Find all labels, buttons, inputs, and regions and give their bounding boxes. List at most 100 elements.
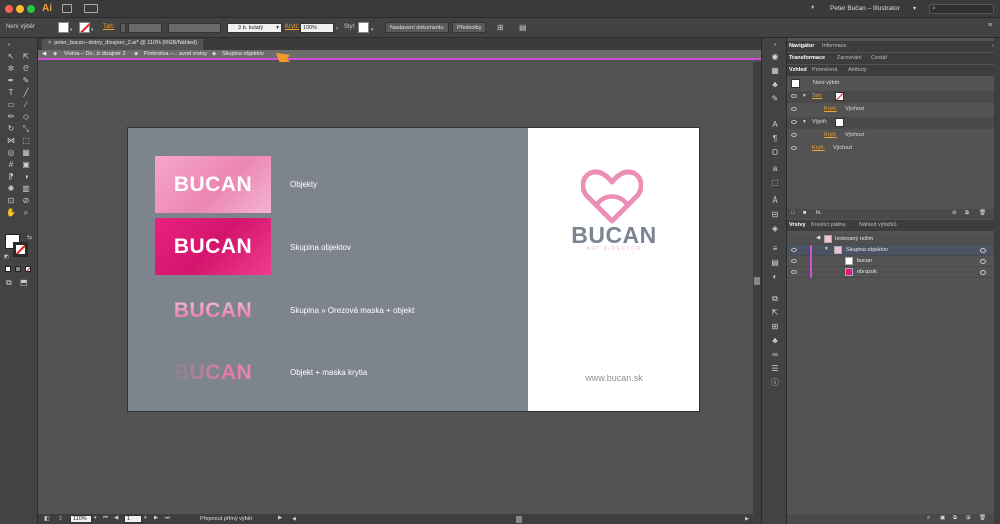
symbols-panel-icon[interactable]: ♣ — [770, 80, 780, 90]
clear-appearance-icon[interactable]: ⊘ — [952, 210, 957, 216]
panel-scrollbar[interactable] — [994, 38, 1000, 524]
add-stroke-icon[interactable]: □ — [791, 210, 794, 216]
collapse-dock-icon[interactable]: « — [770, 40, 780, 50]
direct-selection-tool-icon[interactable]: ⇱ — [21, 52, 31, 62]
image-trace-panel-icon[interactable]: ◈ — [770, 224, 780, 234]
vertical-scroll-thumb[interactable] — [754, 277, 760, 285]
stroke-attr-label[interactable]: Tah: — [812, 93, 822, 99]
appearance-stroke-row[interactable]: ▾ Tah: — [787, 91, 994, 103]
minimize-window-button[interactable] — [16, 5, 24, 13]
stroke-label[interactable]: Tah: — [103, 24, 114, 30]
appearance-stroke-opacity-row[interactable]: Krytí: Výchozí — [787, 104, 994, 116]
close-window-button[interactable] — [5, 5, 13, 13]
color-panel-icon[interactable]: ◉ — [770, 52, 780, 62]
screen-mode-icon[interactable]: ⬒ — [20, 278, 28, 287]
tab-layers[interactable]: Vrstvy — [789, 222, 806, 228]
logo-opacity-mask[interactable]: BUCAN — [155, 344, 271, 401]
stroke-none-swatch[interactable] — [835, 92, 844, 101]
back-arrow-icon[interactable]: ◀ — [42, 51, 46, 57]
target-circle-icon[interactable] — [980, 259, 986, 264]
brush-definition-select[interactable]: 3 b. kulatý ▾ — [227, 23, 282, 33]
gradient-tool-icon[interactable]: ▣ — [21, 160, 31, 170]
tab-pathfinder[interactable]: Cestář — [871, 55, 887, 61]
logo-objects[interactable]: BUCAN — [155, 156, 271, 213]
zoom-tool-icon[interactable]: ⌕ — [21, 208, 31, 218]
line-segment-tool-icon[interactable]: ╱ — [21, 88, 31, 98]
expand-triangle-icon[interactable]: ▾ — [803, 119, 806, 125]
object-opacity-label[interactable]: Krytí: — [812, 145, 825, 151]
close-tab-icon[interactable]: × — [48, 40, 51, 46]
artboard-prev-icon[interactable]: ◧ — [44, 515, 50, 522]
scroll-left-icon[interactable]: ◀ — [292, 516, 296, 522]
back-arrow-icon[interactable]: ◀ — [816, 235, 820, 241]
delete-item-icon[interactable]: 🗑 — [979, 210, 986, 216]
visibility-eye-icon[interactable] — [791, 94, 797, 98]
document-setup-button[interactable]: Nastavení dokumentu — [385, 22, 449, 33]
selection-tool-icon[interactable]: ↖ — [6, 52, 16, 62]
swatches-panel-icon[interactable]: ▦ — [770, 66, 780, 76]
tab-appearance[interactable]: Vzhled — [789, 67, 807, 73]
layer-row-group[interactable]: ▾ Skupina objektov — [787, 245, 994, 256]
add-effect-icon[interactable]: fx. — [816, 210, 822, 216]
arrange-documents-icon[interactable] — [84, 4, 98, 13]
workspace-dropdown-icon[interactable]: ▾ — [913, 5, 916, 12]
fill-attr-label[interactable]: Výplň: — [812, 119, 827, 125]
expand-triangle-icon[interactable]: ▾ — [803, 93, 806, 99]
opacity-label[interactable]: Krytí: — [285, 24, 299, 30]
tab-variables[interactable]: Proměnná — [812, 67, 837, 73]
symbol-sprayer-tool-icon[interactable]: ✺ — [6, 184, 16, 194]
expand-triangle-icon[interactable]: ▾ — [825, 246, 828, 252]
paintbrush-tool-icon[interactable]: ⁄ — [21, 100, 31, 110]
preferences-button[interactable]: Předvolby — [452, 22, 487, 33]
breadcrumb-item-group[interactable]: Skupina objektov — [222, 51, 264, 57]
lasso-tool-icon[interactable]: ᘓ — [21, 64, 31, 74]
tab-separations-preview[interactable]: Náhled výtažků — [859, 222, 897, 228]
visibility-eye-icon[interactable] — [791, 107, 797, 111]
tab-transform[interactable]: Transformace — [789, 55, 825, 61]
layer-row-bucan[interactable]: bucan — [787, 256, 994, 267]
search-input[interactable]: ⌕ — [929, 4, 994, 14]
stroke-color-swatch[interactable] — [13, 242, 28, 257]
appearance-panel-icon[interactable]: ☰ — [770, 364, 780, 374]
last-artboard-icon[interactable]: ⏭ — [165, 515, 170, 522]
none-mode-icon[interactable] — [25, 266, 31, 272]
visibility-eye-icon[interactable] — [791, 146, 797, 150]
status-menu-icon[interactable]: ▶ — [278, 515, 282, 521]
style-dropdown-icon[interactable]: ▾ — [371, 27, 374, 33]
artboard-number-field[interactable]: 1 — [124, 515, 142, 523]
add-fill-icon[interactable]: ■ — [803, 210, 806, 216]
stroke-dropdown-icon[interactable]: ▾ — [91, 27, 94, 33]
type-tool-icon[interactable]: T — [6, 88, 16, 98]
document-tab[interactable]: × peter_bucan--dobry_dizajner_2.ai* @ 110… — [42, 39, 203, 50]
artboard-dropdown-icon[interactable]: ▾ — [144, 515, 147, 521]
target-circle-icon[interactable] — [980, 270, 986, 275]
transparency-panel-icon[interactable]: ◐ — [770, 272, 780, 282]
select-similar-icon[interactable]: ⊞ — [497, 23, 504, 32]
links-panel-icon[interactable]: ∞ — [770, 350, 780, 360]
layer-row-isolation[interactable]: ◀ Izolovaný režim — [787, 234, 994, 245]
artboard-tool-icon[interactable]: ⊡ — [6, 196, 16, 206]
asset-export-panel-icon[interactable]: ⇱ — [770, 308, 780, 318]
new-layer-icon[interactable]: ⊞ — [966, 515, 971, 521]
cc-libraries-panel-icon[interactable]: ♣ — [770, 336, 780, 346]
collapse-tools-icon[interactable]: » — [4, 40, 14, 50]
stroke-panel-icon[interactable]: ≡ — [770, 244, 780, 254]
first-artboard-icon[interactable]: ⏮ — [103, 515, 108, 522]
vertical-scrollbar[interactable] — [753, 62, 761, 514]
logo-group[interactable]: BUCAN — [155, 218, 271, 275]
previous-artboard-icon[interactable]: ◀ — [114, 515, 118, 521]
glyphs-panel-icon[interactable]: a — [770, 164, 780, 174]
logo-clipping-mask[interactable]: BUCAN — [155, 282, 271, 339]
brushes-panel-icon[interactable]: ✎ — [770, 94, 780, 104]
rectangle-tool-icon[interactable]: ▭ — [6, 100, 16, 110]
breadcrumb-item-layer[interactable]: Vrstva – Do...b dizajnér 2 — [64, 51, 126, 57]
curvature-tool-icon[interactable]: ✎ — [21, 76, 31, 86]
tab-navigator[interactable]: Navigátor — [789, 43, 814, 49]
fill-opacity-label[interactable]: Krytí: — [824, 132, 837, 138]
pen-tool-icon[interactable]: ✒ — [6, 76, 16, 86]
appearance-fill-row[interactable]: ▾ Výplň: — [787, 117, 994, 129]
tab-attributes[interactable]: Atributy — [848, 67, 867, 73]
opacity-dropdown-icon[interactable]: › — [336, 26, 338, 32]
scroll-right-icon[interactable]: ▶ — [745, 516, 749, 522]
new-sublayer-icon[interactable]: ⧉ — [953, 515, 957, 522]
